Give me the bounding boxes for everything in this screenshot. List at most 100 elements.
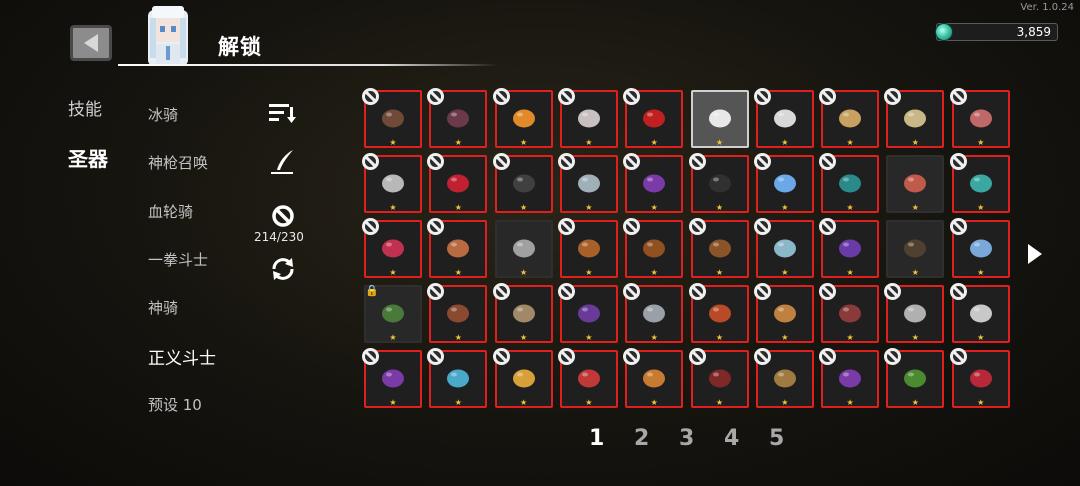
relic-slot[interactable]: ★ <box>427 283 488 343</box>
relic-slot[interactable]: ★ <box>753 88 814 148</box>
blue-book-icon <box>773 304 796 323</box>
relic-slot[interactable]: ★ <box>690 90 749 148</box>
character-avatar <box>148 6 188 66</box>
red-fruit-icon <box>969 369 992 388</box>
relic-slot[interactable]: ★ <box>492 88 553 148</box>
relic-slot[interactable]: ★ <box>949 218 1010 278</box>
page-4[interactable]: 4 <box>724 426 739 451</box>
relic-slot[interactable]: ★ <box>884 88 945 148</box>
star-icon: ★ <box>846 398 854 407</box>
page-2[interactable]: 2 <box>634 426 649 451</box>
unlock-count: 214/230 <box>254 230 304 244</box>
red-mushroom-icon <box>904 174 927 193</box>
relic-slot[interactable]: ★ <box>623 153 684 213</box>
relic-slot[interactable]: ★ <box>688 153 749 213</box>
page-3[interactable]: 3 <box>679 426 694 451</box>
purple-lantern-icon <box>839 239 862 258</box>
ban-icon <box>557 218 575 235</box>
category-skills[interactable]: 技能 <box>68 95 102 120</box>
relic-slot[interactable]: ★ <box>623 218 684 278</box>
next-page-arrow-icon[interactable] <box>1028 244 1042 264</box>
lock-icon: 🔒 <box>365 284 379 297</box>
ban-icon <box>427 348 445 365</box>
relic-slot[interactable]: ★ <box>557 348 618 408</box>
relic-slot[interactable]: ★ <box>688 283 749 343</box>
relic-slot[interactable]: ★ <box>362 153 422 213</box>
preset-item-active[interactable]: 正义斗士 <box>148 344 216 369</box>
relic-slot[interactable]: ★ <box>427 348 488 408</box>
refresh-icon <box>272 258 294 280</box>
relic-slot[interactable]: ★ <box>949 153 1010 213</box>
star-icon: ★ <box>650 203 658 212</box>
star-icon: ★ <box>846 203 854 212</box>
relic-slot[interactable]: ★ <box>688 348 749 408</box>
ban-icon <box>884 88 902 105</box>
preset-item[interactable]: 预设 10 <box>148 394 202 415</box>
relic-slot[interactable]: ★ <box>557 88 618 148</box>
preset-item[interactable]: 神枪召唤 <box>148 152 208 173</box>
relic-slot[interactable]: ★ <box>623 348 684 408</box>
relic-slot[interactable]: ★ <box>557 218 618 278</box>
relic-slot[interactable]: ★ <box>886 220 945 278</box>
relic-slot[interactable]: ★ <box>557 153 618 213</box>
relic-slot[interactable]: ★ <box>492 153 553 213</box>
relic-slot[interactable]: 🔒 ★ <box>364 284 422 343</box>
relic-slot[interactable]: ★ <box>753 348 814 408</box>
crossbow-icon <box>447 304 470 323</box>
refresh-button[interactable] <box>268 255 298 283</box>
relic-slot[interactable]: ★ <box>427 218 488 278</box>
wood-plank-icon <box>708 239 731 258</box>
ban-icon <box>753 153 771 170</box>
relic-slot[interactable]: ★ <box>949 348 1010 408</box>
relic-slot[interactable]: ★ <box>753 283 814 343</box>
ban-filter-button[interactable] <box>270 203 296 229</box>
page-5[interactable]: 5 <box>769 426 784 451</box>
ban-icon <box>819 153 837 170</box>
back-button[interactable] <box>70 25 112 61</box>
relic-slot[interactable]: ★ <box>949 283 1010 343</box>
preset-item[interactable]: 血轮骑 <box>148 201 193 222</box>
relic-slot[interactable]: ★ <box>557 283 618 343</box>
red-shoe-icon <box>577 369 600 388</box>
relic-slot[interactable]: ★ <box>753 153 814 213</box>
edit-button[interactable] <box>268 148 298 176</box>
ban-icon <box>623 348 641 365</box>
relic-slot[interactable]: ★ <box>492 348 553 408</box>
relic-slot[interactable]: ★ <box>819 153 880 213</box>
relic-slot[interactable]: ★ <box>362 218 422 278</box>
rune-stone-icon <box>382 109 404 128</box>
page-1[interactable]: 1 <box>589 426 604 451</box>
star-icon: ★ <box>977 398 985 407</box>
relic-slot[interactable]: ★ <box>688 218 749 278</box>
relic-slot[interactable]: ★ <box>884 283 945 343</box>
star-icon: ★ <box>977 138 985 147</box>
relic-slot[interactable]: ★ <box>494 220 553 278</box>
relic-slot[interactable]: ★ <box>492 283 553 343</box>
category-relics[interactable]: 圣器 <box>68 143 108 172</box>
relic-slot[interactable]: ★ <box>362 348 422 408</box>
relic-slot[interactable]: ★ <box>819 348 880 408</box>
star-icon: ★ <box>846 138 854 147</box>
preset-item[interactable]: 神骑 <box>148 297 178 318</box>
red-scarf-icon <box>382 239 404 258</box>
quill-icon <box>271 150 293 174</box>
relic-slot[interactable]: ★ <box>753 218 814 278</box>
relic-slot[interactable]: ★ <box>819 283 880 343</box>
ban-icon <box>688 348 706 365</box>
relic-slot[interactable]: ★ <box>819 88 880 148</box>
relic-slot[interactable]: ★ <box>884 348 945 408</box>
preset-item[interactable]: 一拳斗士 <box>148 249 208 270</box>
relic-slot[interactable]: ★ <box>427 153 488 213</box>
star-icon: ★ <box>977 268 985 277</box>
star-icon: ★ <box>715 268 724 277</box>
relic-slot[interactable]: ★ <box>819 218 880 278</box>
relic-slot[interactable]: ★ <box>623 283 684 343</box>
relic-slot[interactable]: ★ <box>949 88 1010 148</box>
relic-slot[interactable]: ★ <box>623 88 684 148</box>
relic-slot[interactable]: ★ <box>362 88 422 148</box>
sort-button[interactable] <box>266 100 298 126</box>
star-icon: ★ <box>520 268 528 277</box>
relic-slot[interactable]: ★ <box>886 155 945 213</box>
preset-item[interactable]: 冰骑 <box>148 104 178 125</box>
relic-slot[interactable]: ★ <box>427 88 488 148</box>
